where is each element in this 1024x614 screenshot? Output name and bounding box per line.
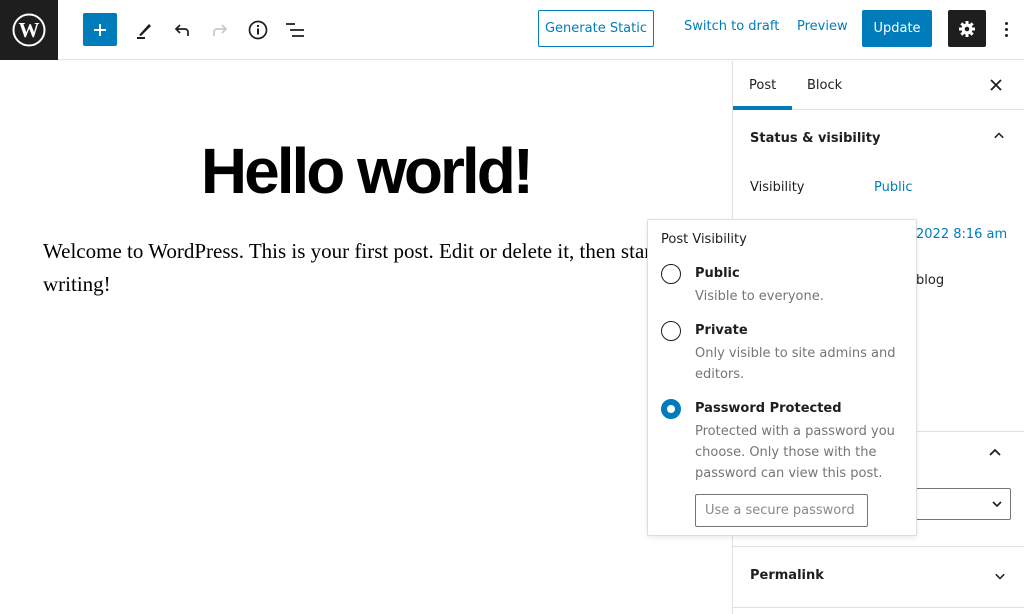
details-button[interactable] <box>240 12 276 48</box>
paragraph-block[interactable]: Welcome to WordPress. This is your first… <box>43 235 663 301</box>
option-label: Password Protected <box>695 401 842 416</box>
radio-public[interactable] <box>661 264 681 284</box>
undo-icon <box>174 24 189 36</box>
svg-text:W: W <box>19 18 40 42</box>
list-view-icon <box>286 23 304 37</box>
sidebar-tabs: Post Block <box>733 61 1024 110</box>
generate-static-button[interactable]: Generate Static <box>538 10 654 47</box>
wordpress-logo-button[interactable]: W <box>0 0 58 60</box>
option-label: Public <box>695 266 740 281</box>
tools-button[interactable] <box>126 12 162 48</box>
editor-header: W Generate Static Switch to draft Previe… <box>0 0 1024 60</box>
chevron-down-icon <box>992 501 1002 508</box>
redo-icon <box>213 24 228 36</box>
pencil-icon <box>137 24 151 39</box>
tab-block[interactable]: Block <box>791 61 858 110</box>
post-visibility-popover: Post Visibility Public Visible to everyo… <box>647 219 917 536</box>
switch-to-draft-button[interactable]: Switch to draft <box>684 19 779 34</box>
preview-button[interactable]: Preview <box>797 19 848 34</box>
panel-title: Permalink <box>750 567 824 583</box>
panel-collapse-toggle[interactable] <box>989 447 1001 463</box>
undo-button[interactable] <box>164 12 200 48</box>
option-label: Private <box>695 323 748 338</box>
post-title[interactable]: Hello world! <box>0 139 732 203</box>
more-options-button[interactable] <box>996 14 1016 44</box>
redo-button[interactable] <box>202 12 238 48</box>
option-description: Protected with a password you choose. On… <box>695 424 895 481</box>
tab-post[interactable]: Post <box>733 61 793 110</box>
info-icon <box>248 20 268 40</box>
visibility-label: Visibility <box>750 180 805 195</box>
permalink-panel-toggle[interactable]: Permalink <box>733 547 1024 603</box>
close-icon <box>990 79 1002 91</box>
password-input[interactable] <box>695 494 868 527</box>
editor-canvas: Hello world! Welcome to WordPress. This … <box>0 61 732 614</box>
stick-to-top-label: blog <box>916 273 945 288</box>
visibility-option-public[interactable]: Public Visible to everyone. <box>661 264 906 314</box>
wordpress-icon: W <box>12 13 46 47</box>
panel-title: Status & visibility <box>750 130 881 146</box>
plus-icon <box>94 23 106 36</box>
gear-icon <box>959 20 975 37</box>
option-description: Visible to everyone. <box>695 289 824 304</box>
option-description: Only visible to site admins and editors. <box>695 346 896 382</box>
add-block-button[interactable] <box>83 13 117 46</box>
visibility-option-private[interactable]: Private Only visible to site admins and … <box>661 321 906 391</box>
chevron-down-icon <box>995 573 1005 580</box>
list-view-button[interactable] <box>277 12 313 48</box>
settings-button[interactable] <box>948 10 986 47</box>
divider <box>733 607 1024 608</box>
status-visibility-panel-toggle[interactable]: Status & visibility <box>733 110 1024 166</box>
chevron-up-icon <box>989 448 1001 456</box>
visibility-option-password[interactable]: Password Protected Protected with a pass… <box>661 399 906 489</box>
radio-private[interactable] <box>661 321 681 341</box>
publish-date-toggle[interactable]: 2022 8:16 am <box>916 227 1007 242</box>
radio-password-protected[interactable] <box>661 399 681 419</box>
visibility-toggle[interactable]: Public <box>874 180 912 195</box>
template-select[interactable] <box>913 488 1011 520</box>
popover-title: Post Visibility <box>661 232 747 247</box>
update-button[interactable]: Update <box>862 10 932 47</box>
close-sidebar-button[interactable] <box>986 75 1006 95</box>
chevron-up-icon <box>994 132 1004 139</box>
more-vertical-icon <box>1004 21 1008 25</box>
